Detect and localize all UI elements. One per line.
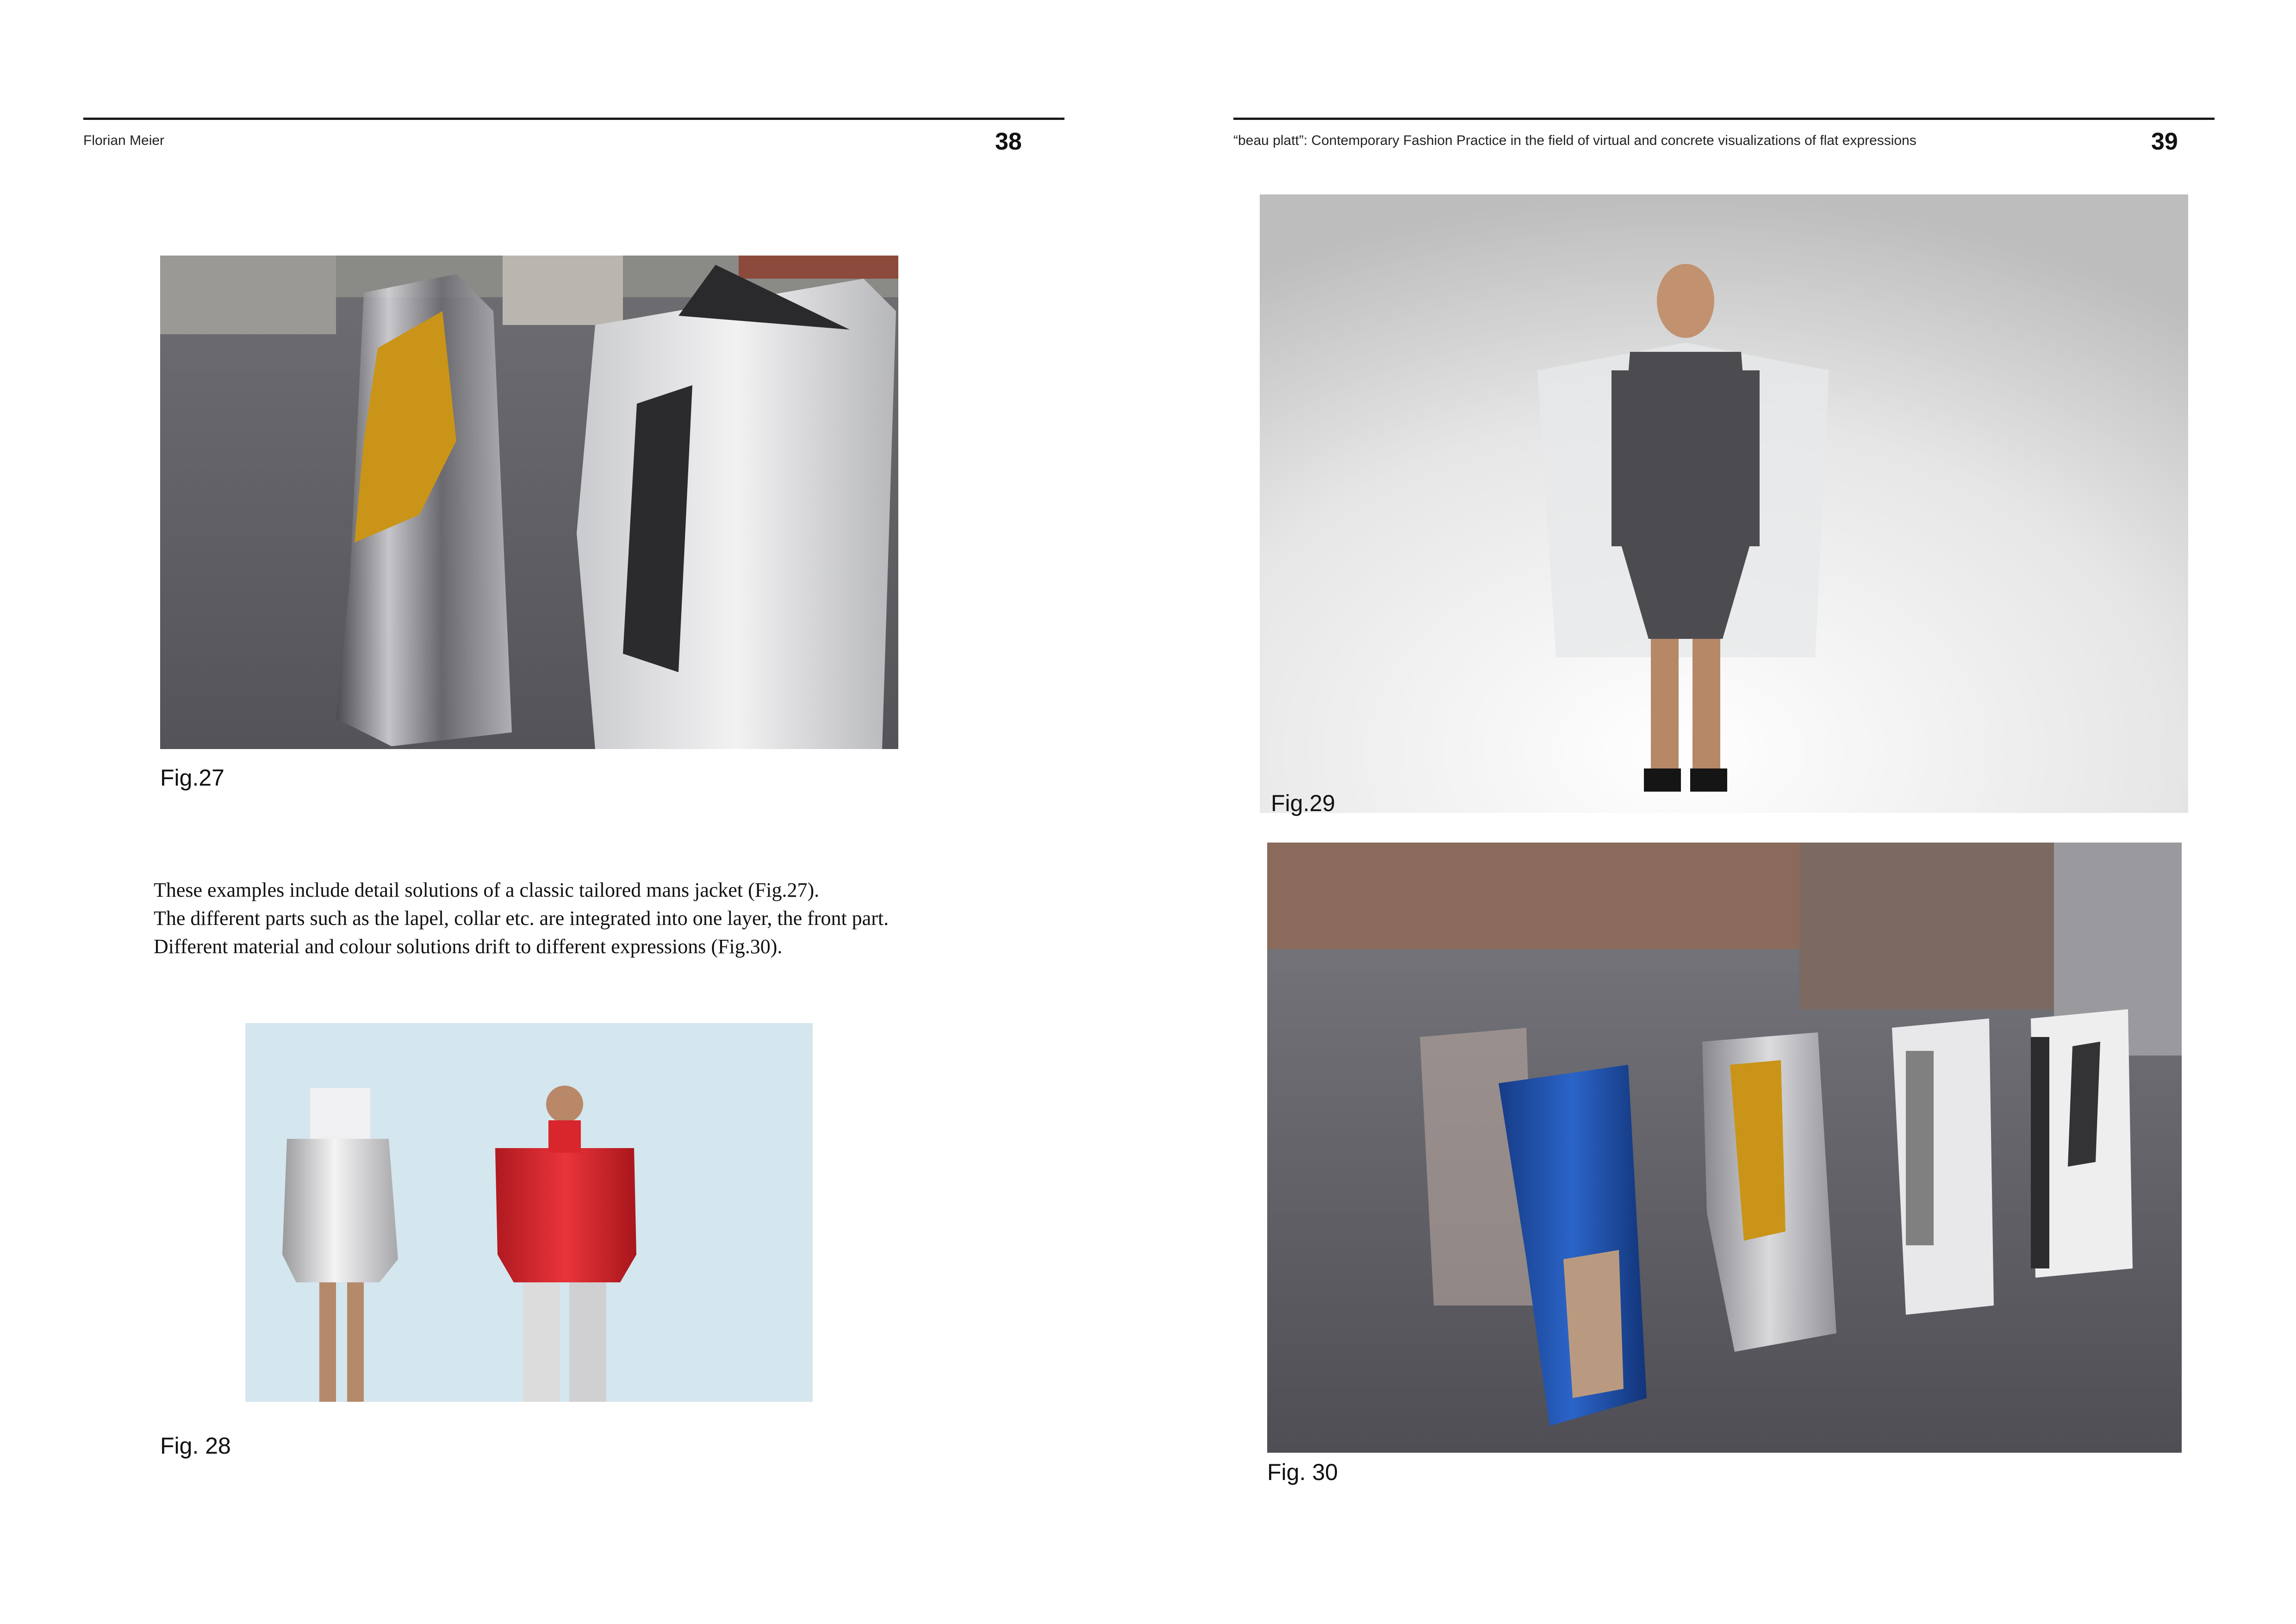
figure-27-image [160,256,898,749]
figure-29-caption: Fig.29 [1271,790,1335,816]
right-running-head: “beau platt”: Contemporary Fashion Pract… [1233,133,1916,148]
figure-28-caption: Fig. 28 [160,1433,231,1459]
left-header-rule [83,118,1064,120]
body-line-3: Different material and colour solutions … [154,935,783,958]
body-paragraph: These examples include detail solutions … [154,876,1056,961]
left-page-number: 38 [995,128,1022,155]
figure-30-caption: Fig. 30 [1267,1459,1338,1485]
right-header-rule [1233,118,2215,120]
figure-28-image [245,1023,813,1402]
right-page-number: 39 [2151,128,2178,155]
figure-27-caption: Fig.27 [160,765,224,791]
left-running-head: Florian Meier [83,133,165,148]
figure-30-image [1267,843,2182,1453]
body-line-1: These examples include detail solutions … [154,879,820,901]
body-line-2: The different parts such as the lapel, c… [154,907,889,930]
figure-29-image [1260,194,2188,813]
